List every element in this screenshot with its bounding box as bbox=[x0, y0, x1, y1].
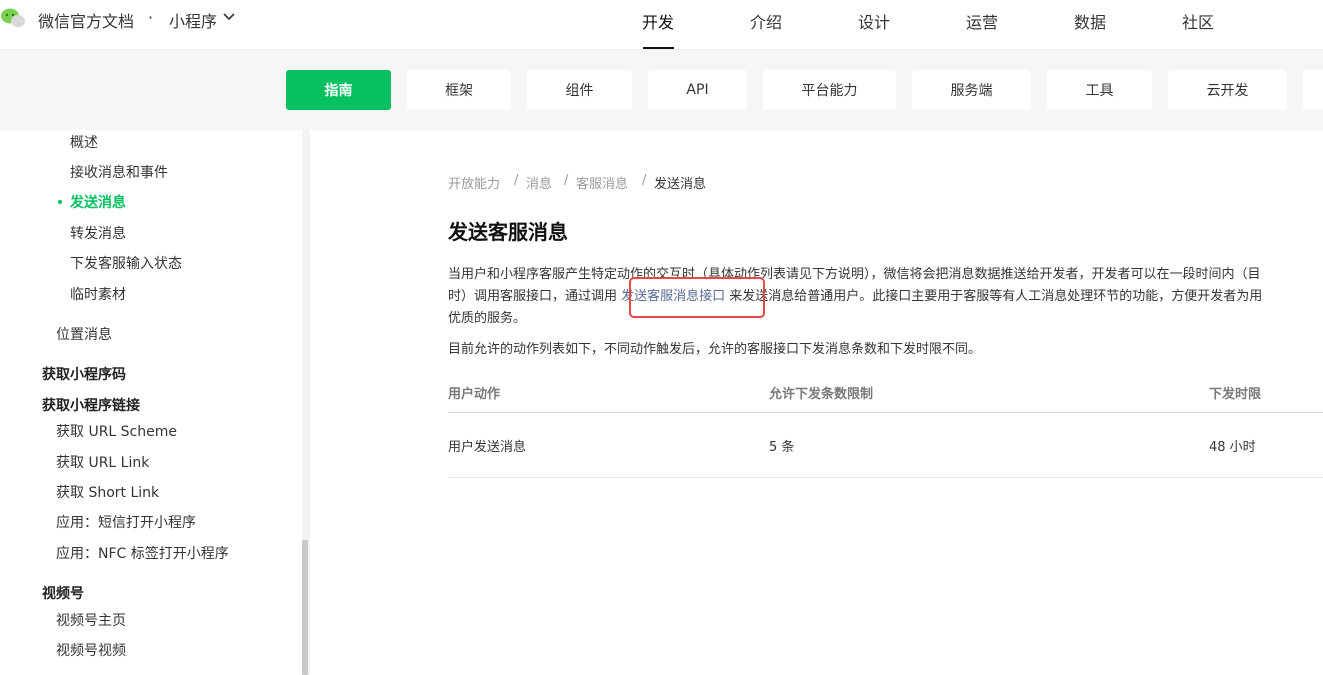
breadcrumb-separator: / bbox=[564, 173, 569, 188]
sidebar-item-url-scheme[interactable]: 获取 URL Scheme bbox=[56, 421, 177, 441]
tab-components[interactable]: 组件 bbox=[527, 70, 632, 110]
sidebar-item-channels-home[interactable]: 视频号主页 bbox=[56, 610, 126, 630]
sidebar-item-typing[interactable]: 下发客服输入状态 bbox=[70, 253, 182, 273]
brand-name[interactable]: 微信官方文档 bbox=[38, 8, 134, 32]
topnav-intro[interactable]: 介绍 bbox=[750, 9, 782, 33]
active-tab-underline bbox=[643, 47, 674, 49]
sidebar-item-channels-video[interactable]: 视频号视频 bbox=[56, 640, 126, 660]
sidebar-item-forward[interactable]: 转发消息 bbox=[70, 223, 126, 243]
tab-framework[interactable]: 框架 bbox=[407, 70, 511, 110]
breadcrumb-separator: / bbox=[514, 173, 519, 188]
table-cell: 5 条 bbox=[769, 440, 795, 455]
paragraph-text: 来发送消息给普通用户。此接口主要用于客服等有人工消息处理环节的功能，方便开发者为… bbox=[725, 289, 1263, 304]
wechat-logo-icon[interactable] bbox=[0, 5, 26, 31]
sidebar-item-media[interactable]: 临时素材 bbox=[70, 284, 126, 304]
active-indicator-dot bbox=[58, 200, 62, 204]
paragraph-line: 优质的服务。 bbox=[448, 311, 527, 326]
tab-more[interactable] bbox=[1303, 70, 1323, 110]
paragraph-line: 目前允许的动作列表如下，不同动作触发后，允许的客服接口下发消息条数和下发时限不同… bbox=[448, 342, 982, 357]
chevron-down-icon[interactable] bbox=[223, 13, 235, 21]
paragraph-line: 时）调用客服接口，通过调用 发送客服消息接口 来发送消息给普通用户。此接口主要用… bbox=[448, 285, 1323, 304]
tab-guide[interactable]: 指南 bbox=[286, 70, 391, 110]
sidebar-item-location[interactable]: 位置消息 bbox=[56, 324, 112, 344]
table-cell: 用户发送消息 bbox=[448, 440, 527, 455]
topnav-operate[interactable]: 运营 bbox=[966, 9, 998, 33]
sidebar-item-short-link[interactable]: 获取 Short Link bbox=[56, 482, 159, 502]
breadcrumb-open-ability[interactable]: 开放能力 bbox=[448, 173, 500, 192]
sidebar-item-receive[interactable]: 接收消息和事件 bbox=[70, 162, 168, 182]
main-content: 开放能力 / 消息 / 客服消息 / 发送消息 发送客服消息 当用户和小程序客服… bbox=[310, 130, 1323, 675]
sidebar-group-qrcode[interactable]: 获取小程序码 bbox=[42, 364, 126, 384]
table-header-time: 下发时限 bbox=[1209, 387, 1262, 402]
sidebar-item-sms[interactable]: 应用：短信打开小程序 bbox=[56, 512, 196, 532]
paragraph-text: 时）调用客服接口，通过调用 bbox=[448, 289, 622, 304]
breadcrumb-separator: / bbox=[642, 173, 647, 188]
tab-server[interactable]: 服务端 bbox=[912, 70, 1031, 110]
sidebar-item-url-link[interactable]: 获取 URL Link bbox=[56, 452, 149, 472]
sidebar-item-send-message[interactable]: 发送消息 bbox=[70, 192, 126, 212]
top-navbar: 微信官方文档 · 小程序 开发 介绍 设计 运营 数据 社区 bbox=[0, 0, 1323, 50]
sidebar-group-link[interactable]: 获取小程序链接 bbox=[42, 395, 140, 415]
page-title: 发送客服消息 bbox=[448, 220, 568, 244]
sidebar-scroll-thumb[interactable] bbox=[302, 540, 308, 675]
tab-cloud[interactable]: 云开发 bbox=[1168, 70, 1287, 110]
table-cell: 48 小时 bbox=[1209, 440, 1256, 455]
table-header-action: 用户动作 bbox=[448, 387, 501, 402]
tab-platform[interactable]: 平台能力 bbox=[763, 70, 896, 110]
sidebar-group-channels[interactable]: 视频号 bbox=[42, 583, 84, 603]
breadcrumb-current: 发送消息 bbox=[654, 177, 707, 192]
brand-separator: · bbox=[148, 8, 154, 27]
tab-tools[interactable]: 工具 bbox=[1047, 70, 1152, 110]
topnav-data[interactable]: 数据 bbox=[1074, 9, 1106, 33]
table-header-divider bbox=[448, 412, 1323, 413]
category-tabs: 指南 框架 组件 API 平台能力 服务端 工具 云开发 bbox=[0, 50, 1323, 130]
breadcrumb-customer-service[interactable]: 客服消息 bbox=[576, 173, 628, 192]
link-highlight-annotation bbox=[629, 277, 765, 318]
product-switcher[interactable]: 小程序 bbox=[169, 8, 217, 32]
sidebar-item-overview[interactable]: 概述 bbox=[70, 132, 98, 152]
topnav-design[interactable]: 设计 bbox=[858, 9, 890, 33]
topnav-community[interactable]: 社区 bbox=[1182, 9, 1214, 33]
sidebar: 概述 接收消息和事件 发送消息 转发消息 下发客服输入状态 临时素材 位置消息 … bbox=[0, 130, 302, 675]
table-row-divider bbox=[448, 477, 1323, 478]
sidebar-item-nfc[interactable]: 应用：NFC 标签打开小程序 bbox=[56, 543, 229, 563]
topnav-develop[interactable]: 开发 bbox=[642, 9, 674, 33]
table-header-limit: 允许下发条数限制 bbox=[769, 387, 874, 402]
paragraph-line: 当用户和小程序客服产生特定动作的交互时（具体动作列表请见下方说明），微信将会把消… bbox=[448, 267, 1261, 282]
breadcrumb-message[interactable]: 消息 bbox=[526, 173, 552, 192]
tab-api[interactable]: API bbox=[648, 70, 747, 110]
